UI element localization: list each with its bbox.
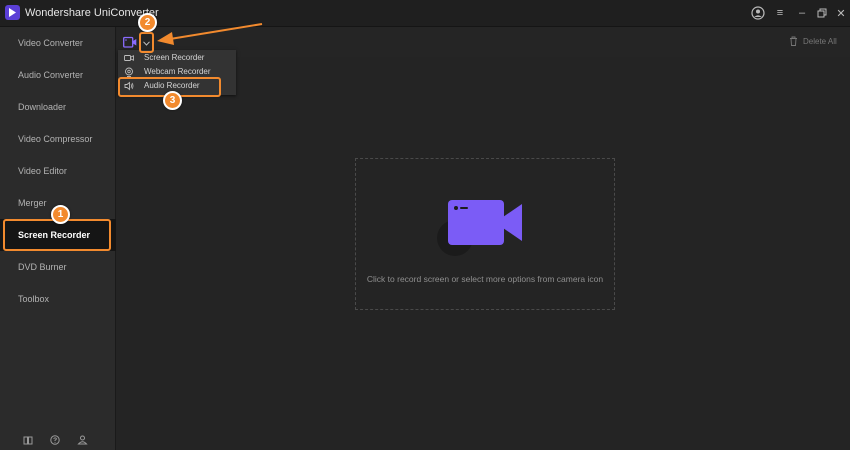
- menu-icon[interactable]: ≡: [772, 5, 788, 21]
- screen-record-camera-icon[interactable]: [123, 36, 137, 49]
- sidebar-item-label: Toolbox: [18, 294, 50, 304]
- sidebar-item-audio-converter[interactable]: Audio Converter: [0, 59, 116, 91]
- sidebar-item-label: Video Compressor: [18, 134, 93, 144]
- sidebar-item-label: Merger: [18, 198, 47, 208]
- title-bar: Wondershare UniConverter ≡ – ✕: [0, 0, 850, 27]
- uniconverter-logo-icon: [5, 5, 20, 20]
- restore-icon[interactable]: [814, 5, 830, 21]
- menu-item-label: Screen Recorder: [144, 53, 205, 62]
- video-camera-icon[interactable]: [448, 200, 522, 245]
- menu-item-screen-recorder[interactable]: Screen Recorder: [118, 51, 236, 65]
- user-group-icon[interactable]: [75, 433, 89, 447]
- webcam-icon: [125, 67, 133, 77]
- sidebar-item-video-compressor[interactable]: Video Compressor: [0, 123, 116, 155]
- sidebar-item-downloader[interactable]: Downloader: [0, 91, 116, 123]
- menu-item-label: Webcam Recorder: [144, 67, 211, 76]
- book-icon[interactable]: [21, 433, 35, 447]
- step-badge-2: 2: [138, 13, 157, 32]
- close-icon[interactable]: ✕: [833, 5, 849, 21]
- delete-all-label: Delete All: [803, 36, 837, 46]
- sidebar-item-dvd-burner[interactable]: DVD Burner: [0, 251, 116, 283]
- step-badge-3: 3: [163, 91, 182, 110]
- account-icon[interactable]: [750, 5, 766, 21]
- sidebar-item-label: Downloader: [18, 102, 67, 112]
- help-icon[interactable]: [48, 433, 62, 447]
- sidebar-item-toolbox[interactable]: Toolbox: [0, 283, 116, 315]
- sidebar-item-label: Video Editor: [18, 166, 67, 176]
- video-camera-icon: [124, 55, 134, 61]
- sidebar-item-video-editor[interactable]: Video Editor: [0, 155, 116, 187]
- sidebar-item-label: DVD Burner: [18, 262, 67, 272]
- minimize-icon[interactable]: –: [794, 5, 810, 21]
- step-badge-1: 1: [51, 205, 70, 224]
- delete-all-button[interactable]: Delete All: [789, 36, 837, 46]
- empty-state-hint: Click to record screen or select more op…: [366, 274, 604, 284]
- sidebar-item-label: Audio Converter: [18, 70, 84, 80]
- highlight-dropdown: [139, 32, 154, 53]
- sidebar-item-video-converter[interactable]: Video Converter: [0, 27, 116, 59]
- sidebar-item-label: Video Converter: [18, 38, 83, 48]
- highlight-screen-recorder: [3, 219, 111, 251]
- trash-icon: [790, 36, 797, 46]
